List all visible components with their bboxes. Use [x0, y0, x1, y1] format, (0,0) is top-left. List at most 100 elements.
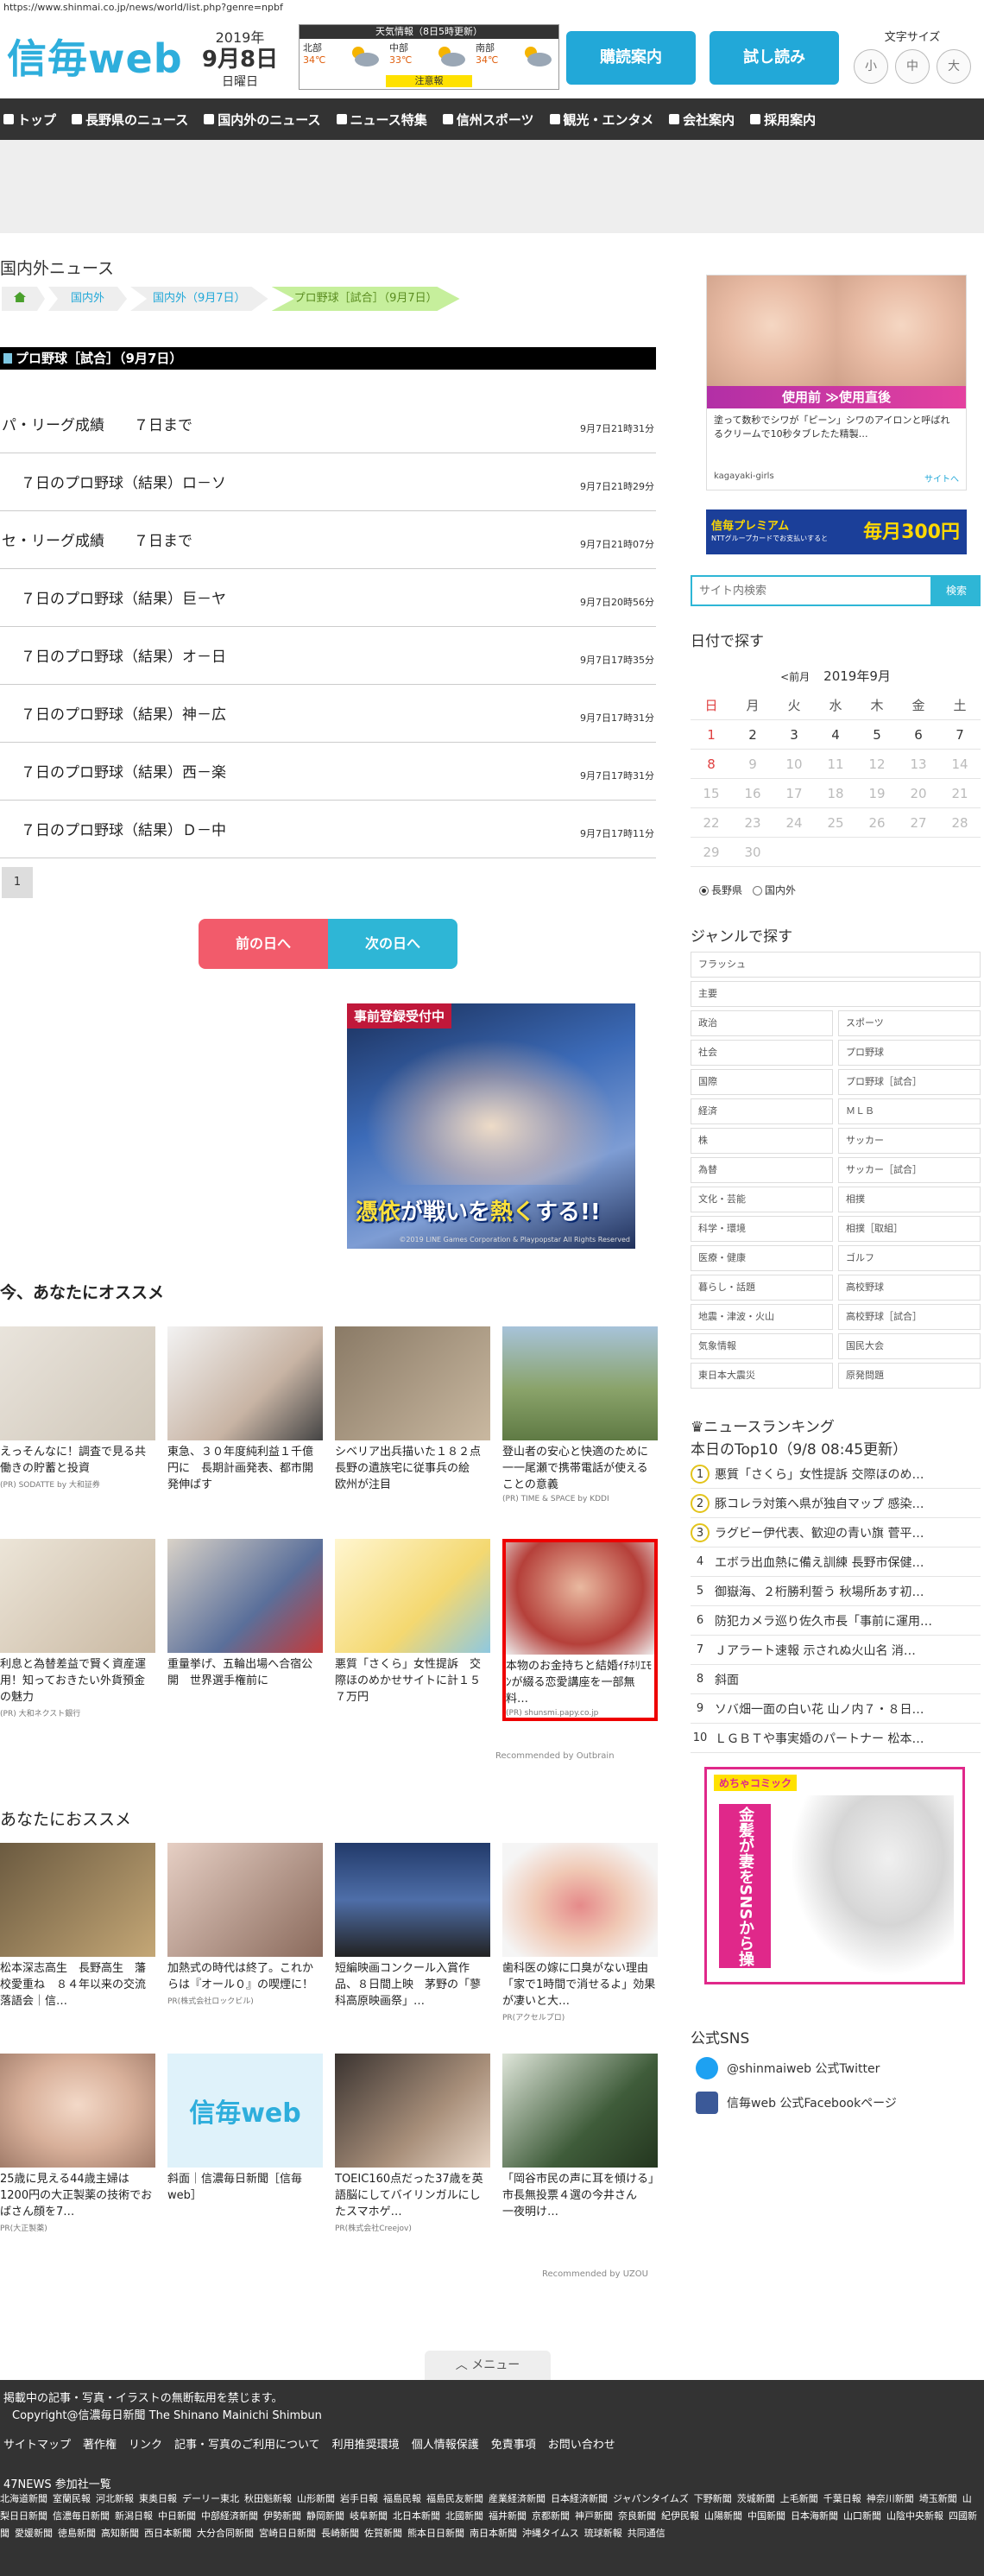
partner-link[interactable]: 山陰中央新報: [886, 2510, 943, 2522]
footer-link[interactable]: 著作権: [83, 2435, 117, 2452]
recommend-caption[interactable]: 斜面｜信濃毎日新聞［信毎web］: [167, 2171, 323, 2204]
genre-item[interactable]: サッカー［試合］: [838, 1157, 981, 1183]
genre-item[interactable]: 医療・健康: [691, 1245, 833, 1271]
partner-link[interactable]: 紀伊民報: [661, 2510, 699, 2522]
nav-item-sports[interactable]: 信州スポーツ: [442, 111, 534, 129]
recommend-card[interactable]: 利息と為替差益で賢く資産運用！知っておきたい外貨預金の魅力 (PR) 大和ネクスト…: [0, 1539, 155, 1721]
ranking-title[interactable]: 防犯カメラ巡り佐久市長「事前に運用…: [715, 1612, 932, 1630]
article-title[interactable]: ７日のプロ野球（結果）西－楽: [21, 760, 226, 782]
nav-item-top[interactable]: トップ: [3, 111, 56, 129]
genre-item[interactable]: サッカー: [838, 1128, 981, 1154]
partner-link[interactable]: 愛媛新聞: [15, 2528, 53, 2539]
next-day-button[interactable]: 次の日へ: [328, 919, 457, 969]
article-title[interactable]: ７日のプロ野球（結果）巨－ヤ: [21, 586, 226, 608]
twitter-link[interactable]: @shinmaiweb 公式Twitter: [696, 2057, 880, 2079]
article-title[interactable]: パ・リーグ成績 ７日まで: [2, 413, 192, 434]
partner-link[interactable]: 室蘭民報: [53, 2493, 91, 2504]
partner-link[interactable]: 高知新聞: [101, 2528, 139, 2539]
recommend-card-ad[interactable]: 本物のお金持ちと結婚ｲﾁﾎﾘｴﾓﾝが綴る恋愛講座を一部無料… (PR) shuns…: [502, 1539, 658, 1721]
partner-link[interactable]: 中国新聞: [747, 2510, 785, 2522]
genre-item[interactable]: プロ野球［試合］: [838, 1069, 981, 1095]
recommend-caption[interactable]: 加熱式の時代は終了。これからは『オール０』の喫煙に！: [167, 1960, 323, 1993]
recommend-card[interactable]: 25歳に見える44歳主婦は1200円の大正製薬の技術でおばさん顔を7… PR(大正…: [0, 2054, 155, 2233]
sidebar-ad-cosmetic[interactable]: 使用前 ≫使用直後 塗って数秒でシワが「ピーン」シワのアイロンと呼ばれるクリーム…: [706, 275, 967, 491]
partner-link[interactable]: 上毛新聞: [780, 2493, 818, 2504]
partner-link[interactable]: 北海道新聞: [0, 2493, 47, 2504]
article-row[interactable]: ７日のプロ野球（結果）巨－ヤ 9月7日20時56分: [0, 569, 656, 627]
recommend-caption[interactable]: 松本深志高生 長野高生 藩校愛重ね ８４年以来の交流落語会｜信…: [0, 1960, 155, 2010]
recommend-caption[interactable]: 利息と為替差益で賢く資産運用！知っておきたい外貨預金の魅力: [0, 1656, 155, 1706]
prev-day-button[interactable]: 前の日へ: [199, 919, 328, 969]
partner-link[interactable]: 宮崎日日新聞: [259, 2528, 316, 2539]
partner-link[interactable]: 沖縄タイムス: [522, 2528, 579, 2539]
partner-link[interactable]: 静岡新聞: [306, 2510, 344, 2522]
partner-link[interactable]: 北日本新聞: [393, 2510, 440, 2522]
font-size-small-button[interactable]: 小: [854, 49, 888, 84]
partner-link[interactable]: 徳島新聞: [58, 2528, 96, 2539]
genre-item[interactable]: スポーツ: [838, 1010, 981, 1036]
partner-link[interactable]: 茨城新聞: [737, 2493, 775, 2504]
recommend-caption[interactable]: 東急、３０年度純利益１千億円に 長期計画発表、都市開発伸ばす: [167, 1444, 323, 1493]
ranking-item[interactable]: 4 エボラ出血熱に備え訓練 長野市保健…: [691, 1547, 981, 1577]
genre-item[interactable]: 社会: [691, 1040, 833, 1066]
ranking-title[interactable]: ラグビー伊代表、歓迎の青い旗 菅平…: [715, 1524, 924, 1541]
ranking-title[interactable]: ソバ畑一面の白い花 山ノ内７・８日…: [715, 1700, 924, 1718]
article-row[interactable]: ７日のプロ野球（結果）神－広 9月7日17時31分: [0, 685, 656, 743]
footer-link[interactable]: 利用推奨環境: [332, 2435, 400, 2452]
partner-link[interactable]: 北國新聞: [445, 2510, 483, 2522]
genre-item[interactable]: 高校野球［試合］: [838, 1304, 981, 1330]
recommend-card[interactable]: 「岡谷市民の声に耳を傾ける」 市長無投票４選の今井さん 一夜明け…: [502, 2054, 665, 2233]
genre-item[interactable]: 東日本大震災: [691, 1363, 833, 1389]
article-row[interactable]: セ・リーグ成績 ７日まで 9月7日21時07分: [0, 511, 656, 569]
calendar-day[interactable]: 5: [856, 720, 898, 749]
partner-link[interactable]: 岩手日報: [340, 2493, 378, 2504]
partner-link[interactable]: 福井新聞: [489, 2510, 527, 2522]
article-title[interactable]: ７日のプロ野球（結果）Ｄ－中: [21, 818, 226, 839]
ad-link[interactable]: サイトへ: [924, 472, 959, 484]
article-title[interactable]: セ・リーグ成績 ７日まで: [2, 528, 192, 550]
genre-item[interactable]: 為替: [691, 1157, 833, 1183]
partner-link[interactable]: 長崎新聞: [321, 2528, 359, 2539]
ranking-title[interactable]: ＬＧＢＴや事実婚のパートナー 松本…: [715, 1730, 924, 1747]
partner-link[interactable]: 福島民友新聞: [426, 2493, 483, 2504]
nav-item-company[interactable]: 会社案内: [669, 111, 735, 129]
game-ad[interactable]: 事前登録受付中 憑依が戦いを熱くする!! ©2019 LINE Games Co…: [347, 1003, 635, 1249]
ranking-item[interactable]: 8 斜面: [691, 1665, 981, 1694]
ranking-title[interactable]: 豚コレラ対策へ県が独自マップ 感染…: [715, 1495, 924, 1512]
calendar-day[interactable]: 8: [691, 750, 732, 778]
ranking-item[interactable]: 1 悪質「さくら」女性提訴 交際ほのめ…: [691, 1459, 981, 1489]
genre-item[interactable]: 高校野球: [838, 1275, 981, 1301]
partner-link[interactable]: 佐賀新聞: [364, 2528, 402, 2539]
pagination-page[interactable]: 1: [2, 867, 33, 898]
uzou-credit[interactable]: Recommended by UZOU: [542, 2269, 648, 2279]
partner-link[interactable]: 河北新報: [96, 2493, 134, 2504]
recommend-caption[interactable]: えっそんなに！調査で見る共働きの貯蓄と投資: [0, 1444, 155, 1477]
article-row[interactable]: ７日のプロ野球（結果）ロ－ソ 9月7日21時29分: [0, 453, 656, 511]
partner-link[interactable]: 共同通信: [628, 2528, 665, 2539]
recommend-card[interactable]: 短編映画コンクール入賞作品、８日間上映 茅野の「蓼科高原映画祭」…: [335, 1843, 490, 2022]
article-title[interactable]: ７日のプロ野球（結果）ロ－ソ: [21, 471, 226, 492]
partner-link[interactable]: 京都新聞: [532, 2510, 570, 2522]
article-row[interactable]: ７日のプロ野球（結果）Ｄ－中 9月7日17時11分: [0, 801, 656, 858]
partner-link[interactable]: 中部経済新聞: [201, 2510, 258, 2522]
partner-link[interactable]: 千葉日報: [823, 2493, 861, 2504]
breadcrumb-item[interactable]: 国内外（9月7日）: [130, 287, 268, 311]
recommend-card[interactable]: 加熱式の時代は終了。これからは『オール０』の喫煙に！ PR(株式会社ロックビル): [167, 1843, 323, 2022]
recommend-caption[interactable]: 歯科医の嫁に口臭がない理由「家で1時間で消せるよ」効果が凄いと大…: [502, 1960, 658, 2010]
footer-link[interactable]: 個人情報保護: [412, 2435, 479, 2452]
partner-link[interactable]: 日本経済新聞: [551, 2493, 608, 2504]
recommend-card[interactable]: えっそんなに！調査で見る共働きの貯蓄と投資 (PR) SODATTE by 大和証…: [0, 1326, 155, 1503]
ranking-title[interactable]: 御嶽海、２桁勝利誓う 秋場所あす初…: [715, 1583, 924, 1600]
ranking-title[interactable]: 斜面: [715, 1671, 739, 1688]
genre-item[interactable]: 科学・環境: [691, 1216, 833, 1242]
genre-item[interactable]: ＭＬＢ: [838, 1098, 981, 1124]
article-row[interactable]: パ・リーグ成績 ７日まで 9月7日21時31分: [0, 396, 656, 453]
article-title[interactable]: ７日のプロ野球（結果）オ－日: [21, 644, 226, 666]
nav-item-world[interactable]: 国内外のニュース: [204, 111, 321, 129]
recommend-caption[interactable]: 悪質「さくら」女性提訴 交際ほのめかせサイトに計１５７万円: [335, 1656, 490, 1706]
weather-widget[interactable]: 天気情報（8日5時更新） 北部 34℃ 中部 33℃ 南部 34℃ 注意報: [299, 24, 559, 90]
radio-local[interactable]: 長野県: [699, 883, 742, 897]
genre-item[interactable]: 株: [691, 1128, 833, 1154]
search-input[interactable]: [691, 575, 932, 606]
partner-link[interactable]: 新潟日報: [115, 2510, 153, 2522]
